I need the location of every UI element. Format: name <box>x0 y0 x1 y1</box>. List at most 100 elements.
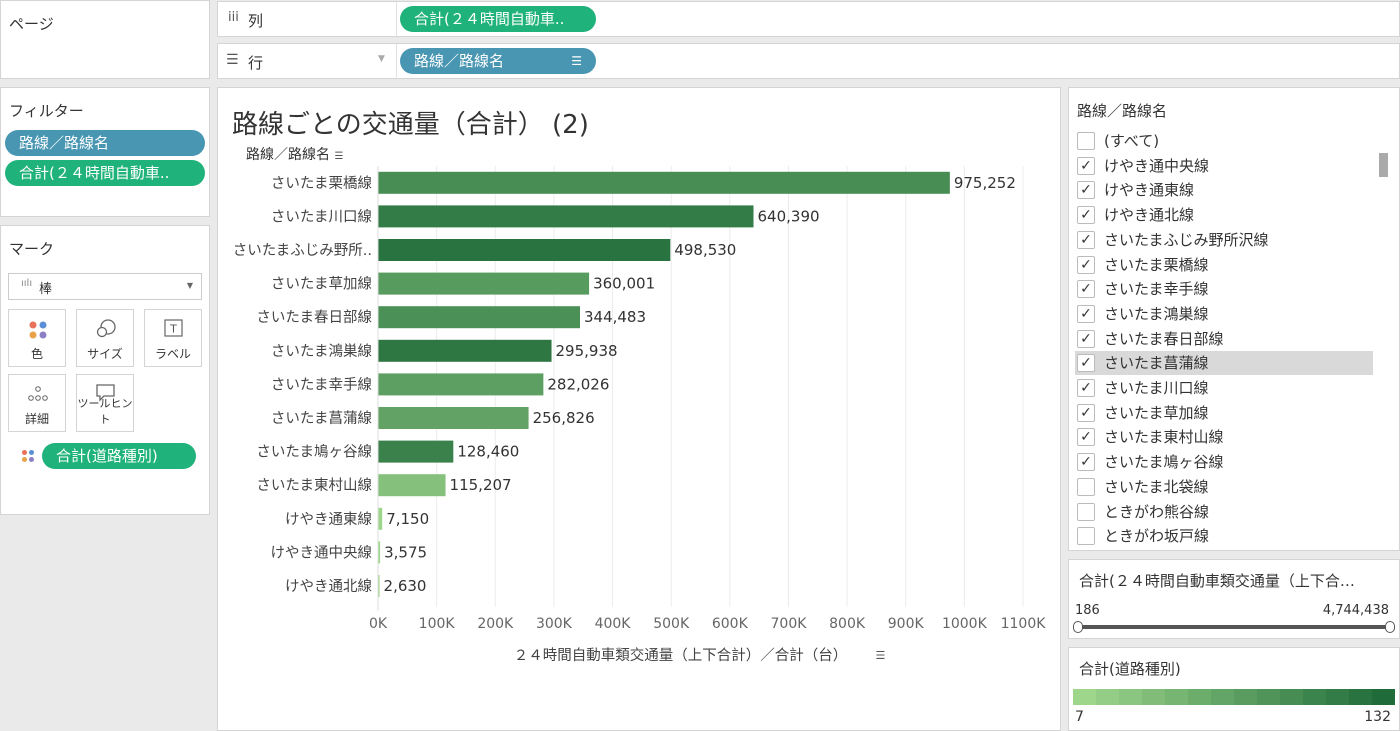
color-legend-title: 合計(道路種別) <box>1079 660 1181 678</box>
checkbox[interactable] <box>1077 132 1095 150</box>
columns-shelf[interactable]: iii 列 合計(２４時間自動車.. <box>217 1 1400 38</box>
checkbox[interactable] <box>1077 477 1095 496</box>
checkbox[interactable]: ✓ <box>1077 304 1095 323</box>
range-slider-max-handle[interactable] <box>1385 621 1395 633</box>
route-filter-item[interactable]: ✓ さいたま草加線 <box>1075 401 1373 425</box>
checkbox[interactable]: ✓ <box>1077 379 1095 397</box>
checkbox[interactable]: ✓ <box>1077 230 1095 249</box>
x-axis-label[interactable]: ２４時間自動車類交通量（上下合計）／合計（台） <box>514 646 848 664</box>
category-label[interactable]: さいたま栗橋線 <box>271 175 372 192</box>
category-label[interactable]: さいたま幸手線 <box>271 376 372 393</box>
bar[interactable] <box>378 407 529 429</box>
sort-icon[interactable]: ☰ <box>876 649 886 662</box>
x-tick-label: 300K <box>536 616 573 632</box>
checkbox[interactable] <box>1077 502 1095 521</box>
color-card-label: 色 <box>30 347 43 361</box>
bar-value-label: 2,630 <box>384 577 427 595</box>
route-filter-item-label: (すべて) <box>1104 132 1160 150</box>
tooltip-card[interactable]: ツールヒント <box>76 374 134 432</box>
bar[interactable] <box>378 507 383 530</box>
size-card[interactable]: サイズ <box>76 309 134 367</box>
route-filter-item[interactable]: ときがわ坂戸線 <box>1075 524 1373 548</box>
filter-pill-route[interactable]: 路線／路線名 <box>5 130 205 156</box>
range-slider-min-handle[interactable] <box>1073 621 1083 633</box>
range-slider-track[interactable] <box>1079 625 1389 629</box>
route-filter-item-label: さいたま東村山線 <box>1104 428 1224 447</box>
checkbox[interactable]: ✓ <box>1077 280 1095 299</box>
rows-shelf[interactable]: ☰ 行 ▼ 路線／路線名 ☰ <box>217 43 1400 80</box>
bar[interactable] <box>378 339 552 362</box>
route-filter-item[interactable]: ✓ さいたまふじみ野所沢線 <box>1075 228 1373 252</box>
route-filter-item[interactable]: ✓ さいたま東村山線 <box>1075 425 1373 449</box>
route-filter-item[interactable]: ✓ さいたま栗橋線 <box>1075 253 1373 277</box>
checkbox[interactable]: ✓ <box>1077 255 1095 274</box>
route-filter-item[interactable]: ✓ けやき通北線 <box>1075 203 1373 227</box>
checkbox[interactable]: ✓ <box>1077 181 1095 200</box>
bar[interactable] <box>378 272 590 295</box>
category-label[interactable]: さいたま東村山線 <box>256 477 372 494</box>
filter-pill-measure[interactable]: 合計(２４時間自動車.. <box>5 160 205 186</box>
checkbox[interactable]: ✓ <box>1077 354 1095 373</box>
bar[interactable] <box>378 440 454 463</box>
bar-value-label: 128,460 <box>457 443 519 461</box>
category-label[interactable]: さいたま川口線 <box>271 208 372 225</box>
route-filter-item[interactable]: ✓ けやき通中央線 <box>1075 154 1373 178</box>
rows-dropdown-icon[interactable]: ▼ <box>378 54 385 64</box>
scrollbar-thumb[interactable] <box>1379 153 1388 177</box>
checkbox[interactable] <box>1077 527 1095 546</box>
legend-step <box>1303 689 1326 705</box>
pages-shelf[interactable]: ページ <box>0 0 210 79</box>
bar[interactable] <box>378 373 544 396</box>
category-label[interactable]: けやき通中央線 <box>271 544 373 561</box>
route-filter-item[interactable]: ✓ さいたま川口線 <box>1075 376 1373 400</box>
route-filter-item[interactable]: ✓ さいたま菖蒲線 <box>1075 351 1373 376</box>
route-filter-item[interactable]: さいたま北袋線 <box>1075 475 1373 499</box>
route-filter-item[interactable]: ✓ さいたま鴻巣線 <box>1075 302 1373 326</box>
color-legend-ramp[interactable] <box>1073 689 1395 705</box>
sort-icon[interactable]: ☰ <box>571 48 582 74</box>
bar[interactable] <box>378 306 580 329</box>
bar-value-label: 975,252 <box>954 174 1016 192</box>
category-label[interactable]: さいたま鴻巣線 <box>271 343 372 360</box>
route-filter-item[interactable]: ✓ さいたま春日部線 <box>1075 327 1373 351</box>
checkbox[interactable]: ✓ <box>1077 329 1095 348</box>
category-label[interactable]: さいたま鳩ヶ谷線 <box>256 444 372 461</box>
color-pill-road-type[interactable]: 合計(道路種別) <box>42 443 196 469</box>
category-label[interactable]: さいたま春日部線 <box>256 309 372 326</box>
route-filter-item[interactable]: ✓ さいたま鳩ヶ谷線 <box>1075 450 1373 474</box>
row-header[interactable]: 路線／路線名 ☰ <box>246 144 343 164</box>
rows-pill-route[interactable]: 路線／路線名 ☰ <box>400 48 596 74</box>
checkbox[interactable]: ✓ <box>1077 206 1095 225</box>
mark-type-select[interactable]: ıılı 棒 ▼ <box>8 273 202 300</box>
x-tick-label: 500K <box>653 616 690 632</box>
category-label[interactable]: さいたまふじみ野所.. <box>233 242 372 259</box>
sort-descending-icon[interactable]: ☰ <box>334 151 343 162</box>
route-filter-scrollbar[interactable] <box>1379 128 1389 548</box>
color-card[interactable]: 色 <box>8 309 66 367</box>
route-filter-item[interactable]: ときがわ熊谷線 <box>1075 500 1373 524</box>
category-label[interactable]: さいたま菖蒲線 <box>271 410 372 427</box>
detail-icon <box>28 386 48 401</box>
columns-pill-measure[interactable]: 合計(２４時間自動車.. <box>400 6 596 32</box>
bar[interactable] <box>378 205 754 228</box>
bar[interactable] <box>378 171 950 194</box>
checkbox[interactable]: ✓ <box>1077 156 1095 175</box>
category-label[interactable]: けやき通北線 <box>285 578 372 595</box>
tooltip-card-label: ツールヒント <box>77 397 133 426</box>
label-card[interactable]: T ラベル <box>144 309 202 367</box>
route-filter-item[interactable]: ✓ けやき通東線 <box>1075 178 1373 202</box>
legend-step <box>1119 689 1142 705</box>
route-filter-item[interactable]: ✓ さいたま幸手線 <box>1075 277 1373 301</box>
checkbox[interactable]: ✓ <box>1077 403 1095 422</box>
route-filter-item-label: けやき通北線 <box>1104 206 1195 225</box>
route-filter-title: 路線／路線名 <box>1077 102 1168 120</box>
checkbox[interactable]: ✓ <box>1077 428 1095 447</box>
category-label[interactable]: さいたま草加線 <box>271 276 372 293</box>
checkbox[interactable]: ✓ <box>1077 453 1095 472</box>
bar[interactable] <box>378 239 671 261</box>
route-filter-item[interactable]: (すべて) <box>1075 129 1373 153</box>
chevron-down-icon: ▼ <box>186 281 193 290</box>
detail-card[interactable]: 詳細 <box>8 374 66 432</box>
bar[interactable] <box>378 474 446 497</box>
category-label[interactable]: けやき通東線 <box>285 511 372 528</box>
